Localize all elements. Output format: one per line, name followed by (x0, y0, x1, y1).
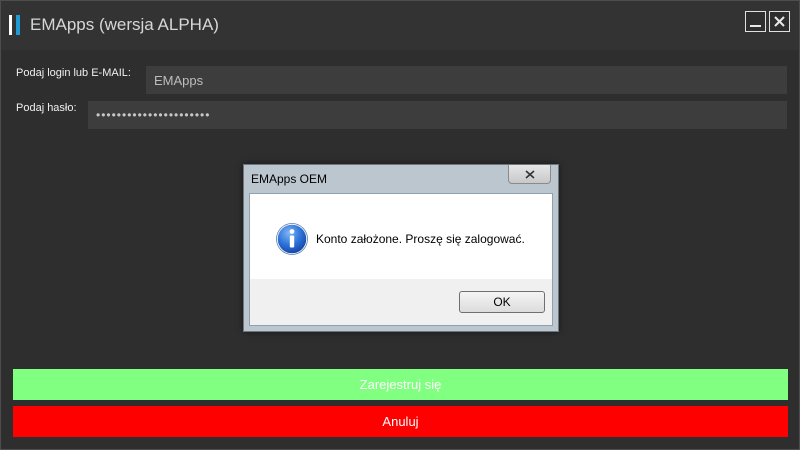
dialog-message: Konto założone. Proszę się zalogować. (316, 232, 525, 246)
close-button[interactable] (769, 11, 790, 32)
info-icon (276, 223, 308, 255)
dialog-body: Konto założone. Proszę się zalogować. OK (249, 193, 553, 326)
minimize-icon (750, 24, 761, 27)
window-title: EMApps (wersja ALPHA) (30, 15, 219, 34)
title-bar[interactable]: EMApps (wersja ALPHA) (1, 1, 799, 50)
dialog-title: EMApps OEM (251, 172, 328, 186)
close-icon (774, 16, 785, 27)
password-label: Podaj hasło: (16, 102, 77, 114)
dialog-close-button[interactable] (508, 165, 551, 184)
message-dialog: EMApps OEM Konto założone. Proszę się za… (243, 164, 559, 332)
close-icon (524, 169, 535, 179)
app-logo-icon (9, 15, 23, 35)
dialog-footer: OK (250, 279, 552, 325)
cancel-button[interactable]: Anuluj (13, 406, 788, 437)
password-input[interactable] (88, 101, 787, 129)
login-label: Podaj login lub E-MAIL: (16, 67, 131, 79)
login-input[interactable] (146, 66, 787, 94)
minimize-button[interactable] (745, 11, 766, 32)
ok-button[interactable]: OK (459, 291, 545, 313)
register-button[interactable]: Zarejestruj się (13, 369, 788, 400)
